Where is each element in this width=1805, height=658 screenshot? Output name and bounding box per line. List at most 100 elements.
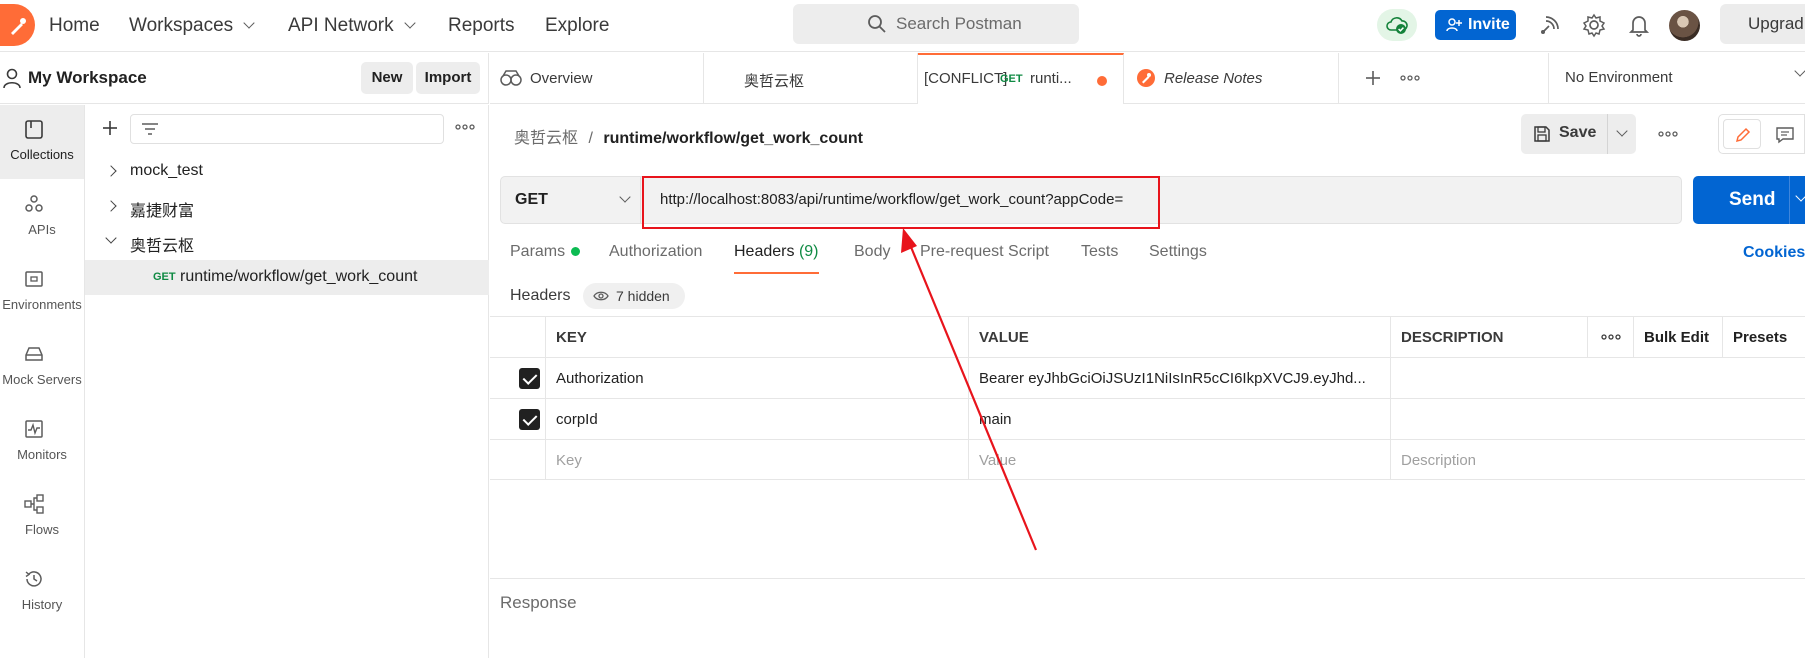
nav-api-network[interactable]: API Network [288, 14, 416, 38]
workspace-name[interactable]: My Workspace [28, 68, 147, 88]
eye-icon [593, 291, 609, 301]
cloud-check-icon [1386, 17, 1408, 34]
breadcrumb-parent[interactable]: 奥哲云枢 [514, 130, 578, 147]
chevron-down-icon[interactable] [1616, 125, 1628, 137]
request-item[interactable]: GET runtime/workflow/get_work_count [85, 260, 489, 295]
tab-request-conflict[interactable]: [CONFLICT] GET runti... [918, 53, 1124, 104]
nav-explore[interactable]: Explore [545, 14, 609, 38]
more-options-icon[interactable] [455, 123, 475, 131]
upgrade-button[interactable]: Upgrad [1720, 4, 1805, 44]
history-icon [25, 571, 42, 587]
new-button[interactable]: New [361, 62, 413, 94]
filter-input[interactable] [130, 114, 444, 144]
plus-icon[interactable] [101, 119, 119, 137]
breadcrumb-current[interactable]: runtime/workflow/get_work_count [603, 130, 863, 147]
sidebar-item-mock-servers[interactable]: Mock Servers [0, 330, 84, 404]
tab-overview[interactable]: Overview [490, 53, 704, 104]
notification-bell-icon[interactable] [1626, 12, 1652, 38]
invite-button[interactable]: Invite [1435, 10, 1516, 40]
chevron-right-icon [105, 200, 117, 212]
sidebar-item-collections[interactable]: Collections [0, 105, 84, 179]
comments-icon[interactable] [1775, 126, 1795, 144]
settings-gear-icon[interactable] [1581, 12, 1607, 38]
presets-dropdown[interactable]: Presets [1722, 317, 1805, 357]
tab-label: runti... [1030, 70, 1072, 87]
send-button[interactable]: Send [1693, 176, 1805, 224]
request-options-icon[interactable] [1658, 130, 1678, 138]
column-options[interactable] [1587, 317, 1633, 357]
tab-settings[interactable]: Settings [1149, 243, 1207, 261]
response-panel[interactable]: Response [490, 578, 1805, 658]
hidden-count: 7 hidden [616, 288, 670, 304]
workspace-header: My Workspace New Import [0, 53, 489, 104]
tab-body[interactable]: Body [854, 243, 890, 261]
header-description-cell[interactable] [1390, 399, 1805, 439]
header-value-cell[interactable]: main [968, 399, 1390, 439]
tab-headers-label: Headers [734, 243, 795, 260]
tab-release-notes[interactable]: Release Notes [1124, 53, 1339, 104]
table-header-row: KEY VALUE DESCRIPTION Bulk Edit Presets [490, 316, 1805, 357]
add-user-icon [1446, 18, 1462, 32]
collection-item[interactable]: mock_test [85, 154, 489, 189]
sync-status-button[interactable] [1377, 9, 1417, 41]
environment-select[interactable]: No Environment [1548, 53, 1805, 104]
column-options-icon [1601, 334, 1621, 340]
collection-label: 奥哲云枢 [130, 238, 195, 255]
tab-headers[interactable]: Headers (9) [734, 243, 819, 274]
row-enabled-checkbox[interactable] [519, 409, 540, 430]
tab-authorization[interactable]: Authorization [609, 243, 702, 261]
table-row: corpId main [490, 398, 1805, 439]
tab-tests[interactable]: Tests [1081, 243, 1118, 261]
sidebar-item-label: Flows [25, 522, 59, 537]
search-input[interactable]: Search Postman [793, 4, 1079, 44]
top-bar: Home Workspaces API Network Reports Expl… [0, 0, 1805, 52]
method-select[interactable]: GET [501, 177, 641, 223]
column-value: VALUE [968, 317, 1390, 357]
headers-count: (9) [798, 243, 819, 260]
send-label: Send [1729, 189, 1776, 210]
cookies-link[interactable]: Cookies [1743, 244, 1805, 262]
header-key-cell[interactable]: corpId [545, 399, 968, 439]
tab-collection[interactable]: 奥哲云枢 [704, 53, 947, 104]
edit-mode-button[interactable] [1723, 119, 1761, 149]
save-button[interactable]: Save [1521, 114, 1636, 154]
nav-workspaces[interactable]: Workspaces [129, 14, 255, 38]
tab-pre-request-script[interactable]: Pre-request Script [920, 243, 1049, 261]
chevron-down-icon [243, 17, 255, 29]
header-description-cell[interactable] [1390, 358, 1805, 398]
nav-workspaces-label: Workspaces [129, 15, 234, 36]
user-avatar[interactable] [1669, 10, 1700, 41]
new-value-input[interactable]: Value [968, 440, 1390, 480]
header-key-cell[interactable]: Authorization [545, 358, 968, 398]
import-button[interactable]: Import [416, 62, 480, 94]
row-enabled-checkbox[interactable] [519, 368, 540, 389]
sidebar-item-history[interactable]: History [0, 555, 84, 629]
sidebar-item-apis[interactable]: APIs [0, 180, 84, 254]
bulk-edit-button[interactable]: Bulk Edit [1633, 317, 1722, 357]
new-key-input[interactable]: Key [545, 440, 968, 480]
collection-item[interactable]: 奥哲云枢 [85, 224, 489, 259]
header-value-cell[interactable]: Bearer eyJhbGciOiJSUzI1NiIsInR5cCI6IkpXV… [968, 358, 1390, 398]
new-tab-plus-icon[interactable] [1364, 69, 1382, 87]
search-placeholder: Search Postman [896, 14, 1022, 33]
sidebar-item-flows[interactable]: Flows [0, 480, 84, 554]
tab-params[interactable]: Params [510, 243, 581, 261]
view-toggle [1718, 114, 1805, 154]
sidebar-item-environments[interactable]: Environments [0, 255, 84, 329]
tab-options-icon[interactable] [1400, 74, 1420, 82]
invite-label: Invite [1468, 16, 1510, 33]
hidden-headers-toggle[interactable]: 7 hidden [583, 283, 685, 309]
sidebar-item-monitors[interactable]: Monitors [0, 405, 84, 479]
postman-logo-icon[interactable] [0, 4, 35, 46]
collection-item[interactable]: 嘉捷财富 [85, 189, 489, 224]
chevron-down-icon[interactable] [1795, 190, 1805, 202]
nav-reports[interactable]: Reports [448, 14, 515, 38]
mock-servers-icon [25, 347, 43, 361]
user-icon [3, 68, 21, 89]
unsaved-dot-icon [1097, 76, 1107, 86]
chevron-right-icon [105, 165, 117, 177]
satellite-icon[interactable] [1537, 12, 1563, 38]
nav-home[interactable]: Home [49, 14, 100, 38]
new-description-input[interactable]: Description [1390, 440, 1805, 480]
sidebar-item-label: Mock Servers [2, 372, 82, 387]
